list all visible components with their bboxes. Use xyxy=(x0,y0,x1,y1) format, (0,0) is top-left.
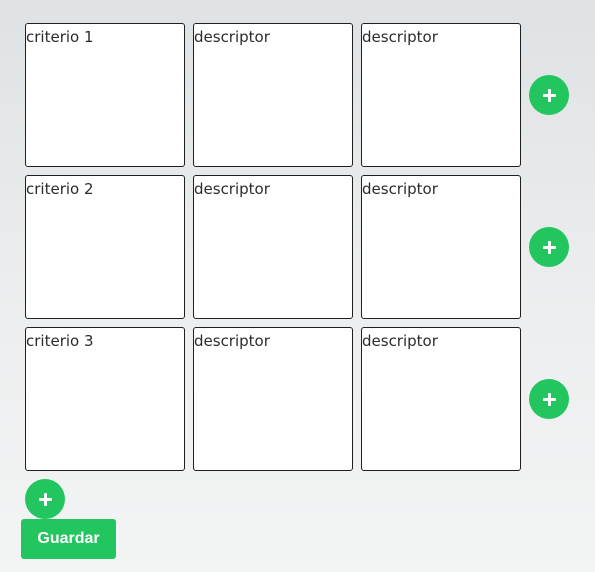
descriptor-cell[interactable]: descriptor xyxy=(193,327,353,471)
add-descriptor-button[interactable] xyxy=(529,379,569,419)
descriptor-cell[interactable]: descriptor xyxy=(193,23,353,167)
plus-icon xyxy=(542,240,556,254)
criterion-cell[interactable]: criterio 3 xyxy=(25,327,185,471)
criterion-label: criterio 2 xyxy=(26,180,94,198)
descriptor-label: descriptor xyxy=(194,332,270,350)
descriptor-label: descriptor xyxy=(194,28,270,46)
criterion-label: criterio 1 xyxy=(26,28,94,46)
add-criterion-button[interactable] xyxy=(25,479,65,519)
descriptor-cell[interactable]: descriptor xyxy=(361,23,521,167)
plus-icon xyxy=(38,492,52,506)
add-descriptor-button[interactable] xyxy=(529,75,569,115)
criterion-cell[interactable]: criterio 1 xyxy=(25,23,185,167)
plus-icon xyxy=(542,88,556,102)
criterion-cell[interactable]: criterio 2 xyxy=(25,175,185,319)
descriptor-label: descriptor xyxy=(362,180,438,198)
descriptor-label: descriptor xyxy=(194,180,270,198)
plus-icon xyxy=(542,392,556,406)
add-descriptor-button[interactable] xyxy=(529,227,569,267)
criterion-row: criterio 3 descriptor descriptor xyxy=(25,327,570,471)
criterion-label: criterio 3 xyxy=(26,332,94,350)
descriptor-cell[interactable]: descriptor xyxy=(361,327,521,471)
criterion-row: criterio 1 descriptor descriptor xyxy=(25,23,570,167)
save-button[interactable]: Guardar xyxy=(21,519,116,559)
criterion-row: criterio 2 descriptor descriptor xyxy=(25,175,570,319)
descriptor-cell[interactable]: descriptor xyxy=(193,175,353,319)
descriptor-label: descriptor xyxy=(362,28,438,46)
descriptor-cell[interactable]: descriptor xyxy=(361,175,521,319)
descriptor-label: descriptor xyxy=(362,332,438,350)
